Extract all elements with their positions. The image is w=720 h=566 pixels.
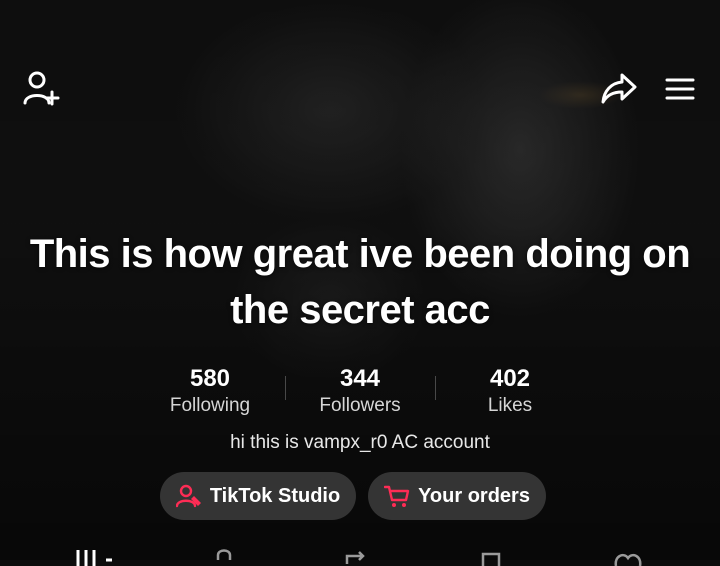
your-orders-label: Your orders — [418, 484, 530, 507]
stat-divider — [285, 376, 286, 400]
following-stat[interactable]: 580 Following — [145, 364, 275, 418]
share-arrow-icon — [601, 73, 637, 104]
tiktok-studio-button[interactable]: TikTok Studio — [160, 472, 356, 520]
profile-stats: 580 Following 344 Followers 402 Likes — [0, 364, 720, 424]
hamburger-menu-icon — [665, 78, 695, 100]
tiktok-studio-label: TikTok Studio — [209, 484, 341, 507]
tab-saved[interactable] — [472, 546, 512, 566]
following-label: Following — [169, 395, 251, 416]
menu-button[interactable] — [660, 70, 700, 108]
following-count: 580 — [189, 365, 231, 392]
profile-bio-text: hi this is vampx_r0 AC account — [230, 432, 490, 453]
profile-bio-headline: This is how great ive been doing on the … — [29, 232, 691, 332]
profile-tabs — [0, 540, 720, 566]
likes-label: Likes — [487, 395, 533, 416]
repost-icon — [345, 551, 365, 564]
stat-divider — [435, 376, 436, 400]
add-user-icon — [23, 71, 60, 106]
tab-private[interactable] — [204, 546, 244, 566]
cart-icon — [384, 485, 410, 507]
followers-count: 344 — [339, 365, 381, 392]
add-friend-button[interactable] — [20, 68, 62, 108]
likes-count: 402 — [489, 365, 531, 392]
followers-label: Followers — [319, 395, 401, 416]
lock-icon — [216, 549, 232, 560]
your-orders-button[interactable]: Your orders — [368, 472, 546, 520]
tab-reposts[interactable] — [336, 546, 376, 566]
share-button[interactable] — [598, 68, 640, 108]
videos-grid-icon — [76, 550, 112, 566]
saved-icon — [481, 552, 501, 566]
followers-stat[interactable]: 344 Followers — [295, 364, 425, 418]
liked-icon — [614, 554, 642, 566]
studio-user-icon — [175, 484, 201, 508]
tab-videos[interactable] — [72, 546, 112, 566]
likes-stat[interactable]: 402 Likes — [445, 364, 575, 418]
tab-liked[interactable] — [608, 546, 648, 566]
